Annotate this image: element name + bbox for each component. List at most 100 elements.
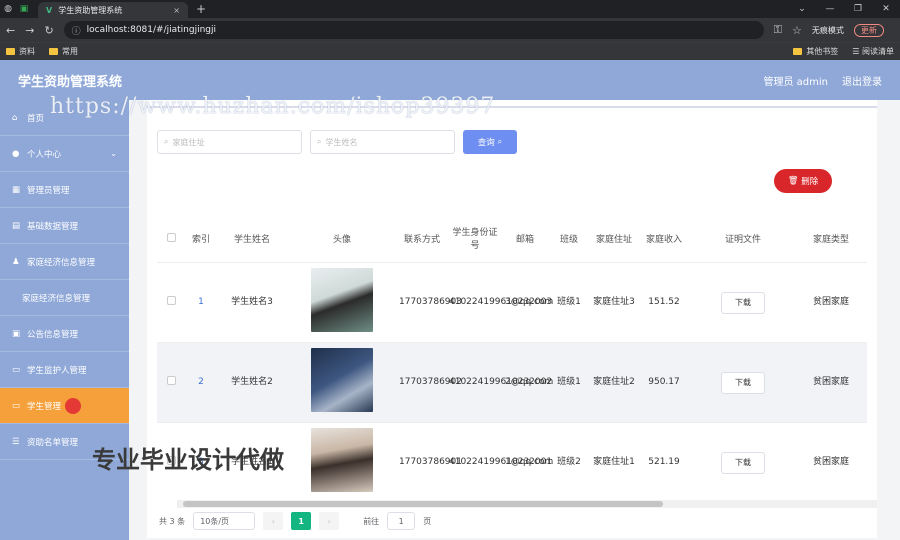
delete-button[interactable]: 🗑 删除: [774, 169, 832, 193]
cell-class: 班级1: [557, 297, 581, 307]
sidebar-item-family-economy[interactable]: ♟ 家庭经济信息管理: [0, 244, 129, 280]
cell-address: 家庭住址1: [593, 457, 635, 467]
table-row[interactable]: 2 学生姓名2 17703786902 410224199610232002 2…: [157, 342, 867, 422]
cell-name: 学生姓名2: [231, 377, 273, 387]
header-class[interactable]: 班级: [547, 234, 591, 247]
header-email[interactable]: 邮箱: [503, 234, 547, 247]
query-button[interactable]: 查询 ⌕: [463, 130, 517, 154]
header-address[interactable]: 家庭住址: [591, 234, 637, 247]
cell-family-type: 贫困家庭: [812, 297, 849, 307]
row-checkbox[interactable]: [166, 295, 176, 305]
tab-search-icon[interactable]: ⌄: [788, 0, 816, 18]
sidebar-item-profile[interactable]: ● 个人中心 ⌄: [0, 136, 129, 172]
data-icon: ▤: [12, 221, 21, 231]
next-page-button[interactable]: ›: [319, 512, 340, 530]
download-button[interactable]: 下载: [721, 291, 765, 314]
guardian-icon: ▭: [12, 365, 21, 375]
download-button[interactable]: 下载: [721, 451, 765, 474]
select-all-checkbox[interactable]: [166, 233, 176, 242]
reading-list[interactable]: ☰ 阅读清单: [852, 46, 894, 57]
tab-close-icon[interactable]: ×: [173, 6, 180, 15]
sidebar-item-basic-data[interactable]: ▤ 基础数据管理: [0, 208, 129, 244]
forward-icon[interactable]: →: [25, 24, 34, 37]
current-page-button[interactable]: 1: [291, 512, 312, 530]
goto-page-input[interactable]: 1: [387, 512, 416, 530]
cell-phone: 17703786903: [399, 297, 462, 307]
url-text: localhost:8081/#/jiatingjingji: [86, 25, 216, 35]
student-avatar[interactable]: [311, 348, 373, 412]
bookmark-other[interactable]: 其他书签: [793, 46, 838, 57]
browser-tab-bar: ◍ ▣ V 学生资助管理系统 × + ⌄ — ❐ ✕: [0, 0, 900, 18]
student-avatar[interactable]: [311, 268, 373, 332]
cell-income: 151.52: [648, 297, 680, 307]
cell-idcard: 410224199610232002: [449, 377, 553, 387]
list-icon: ☰: [12, 437, 20, 447]
url-field[interactable]: ⓘ localhost:8081/#/jiatingjingji: [63, 21, 764, 39]
horizontal-scrollbar[interactable]: [177, 500, 877, 508]
goto-label: 前往: [363, 516, 380, 526]
header-phone[interactable]: 联系方式: [397, 234, 447, 247]
key-icon[interactable]: ⚿: [774, 23, 782, 37]
address-search-input[interactable]: ⌕ 家庭住址: [157, 130, 302, 154]
scrollbar-thumb[interactable]: [183, 501, 663, 507]
folder-icon: [6, 48, 15, 55]
folder-icon: [793, 48, 803, 55]
globe-icon[interactable]: ◍: [0, 0, 16, 18]
update-button[interactable]: 更新: [853, 23, 884, 37]
sidebar-subitem-family-economy[interactable]: 家庭经济信息管理: [0, 280, 129, 316]
reading-list-icon: ☰: [852, 47, 862, 56]
page-size-select[interactable]: 10条/页: [193, 512, 256, 530]
header-index[interactable]: 索引: [185, 234, 217, 247]
student-avatar[interactable]: [311, 428, 373, 492]
header-idcard[interactable]: 学生身份证号: [447, 227, 503, 253]
cell-index: 2: [198, 377, 204, 387]
tab-title: 学生资助管理系统: [58, 5, 123, 15]
cell-name: 学生姓名3: [231, 297, 273, 307]
page-unit-label: 页: [423, 516, 432, 526]
prev-page-button[interactable]: ‹: [263, 512, 284, 530]
header-income[interactable]: 家庭收入: [637, 234, 691, 247]
pinned-tab-icon[interactable]: ▣: [16, 0, 32, 18]
folder-icon: [49, 48, 58, 55]
admin-icon: ▦: [12, 185, 21, 195]
student-icon: ▭: [12, 401, 21, 411]
download-button[interactable]: 下载: [721, 371, 765, 394]
header-proof-file: 证明文件: [724, 234, 761, 245]
cell-email: 2@qq.com: [505, 377, 554, 387]
sidebar-item-admin[interactable]: ▦ 管理员管理: [0, 172, 129, 208]
cell-address: 家庭住址2: [593, 377, 635, 387]
cell-class: 班级1: [557, 377, 581, 387]
sidebar-item-guardian[interactable]: ▭ 学生监护人管理: [0, 352, 129, 388]
close-window-icon[interactable]: ✕: [872, 0, 900, 18]
cell-idcard: 410224199610232003: [449, 297, 553, 307]
reload-icon[interactable]: ↻: [44, 24, 53, 37]
incognito-label[interactable]: 无痕模式: [812, 25, 844, 36]
table-header: 索引 学生姓名 头像 联系方式 学生身份证号 邮箱 班级 家庭住址 家庭收入 证…: [157, 218, 867, 262]
table-row[interactable]: 1 学生姓名3 17703786903 410224199610232003 3…: [157, 262, 867, 342]
header-name[interactable]: 学生姓名: [217, 234, 287, 247]
info-icon[interactable]: ⓘ: [72, 24, 81, 37]
sidebar-item-notice[interactable]: ▣ 公告信息管理: [0, 316, 129, 352]
name-search-input[interactable]: ⌕ 学生姓名: [310, 130, 455, 154]
bookmark-item[interactable]: 资料: [6, 46, 35, 57]
cell-address: 家庭住址3: [593, 297, 635, 307]
app-title: 学生资助管理系统: [18, 74, 123, 90]
promo-watermark: 专业毕业设计代做: [92, 446, 284, 474]
back-icon[interactable]: ←: [6, 24, 15, 37]
cursor-icon: [65, 397, 82, 414]
cell-class: 班级2: [557, 457, 581, 467]
cell-income: 521.19: [648, 457, 680, 467]
header-family-type[interactable]: 家庭类型: [795, 234, 867, 247]
browser-tab[interactable]: V 学生资助管理系统 ×: [38, 2, 188, 18]
bookmark-item[interactable]: 常用: [49, 46, 78, 57]
minimize-icon[interactable]: —: [816, 0, 844, 18]
sidebar-item-student[interactable]: ▭ 学生管理: [0, 388, 129, 424]
star-icon[interactable]: ☆: [792, 24, 802, 37]
new-tab-button[interactable]: +: [196, 0, 206, 18]
cell-email: 1@qq.com: [505, 457, 554, 467]
row-checkbox[interactable]: [166, 375, 176, 385]
pager-total: 共 3 条: [159, 516, 186, 526]
restore-icon[interactable]: ❐: [844, 0, 872, 18]
logout-link[interactable]: 退出登录: [842, 73, 882, 88]
cell-email: 3@qq.com: [505, 297, 554, 307]
